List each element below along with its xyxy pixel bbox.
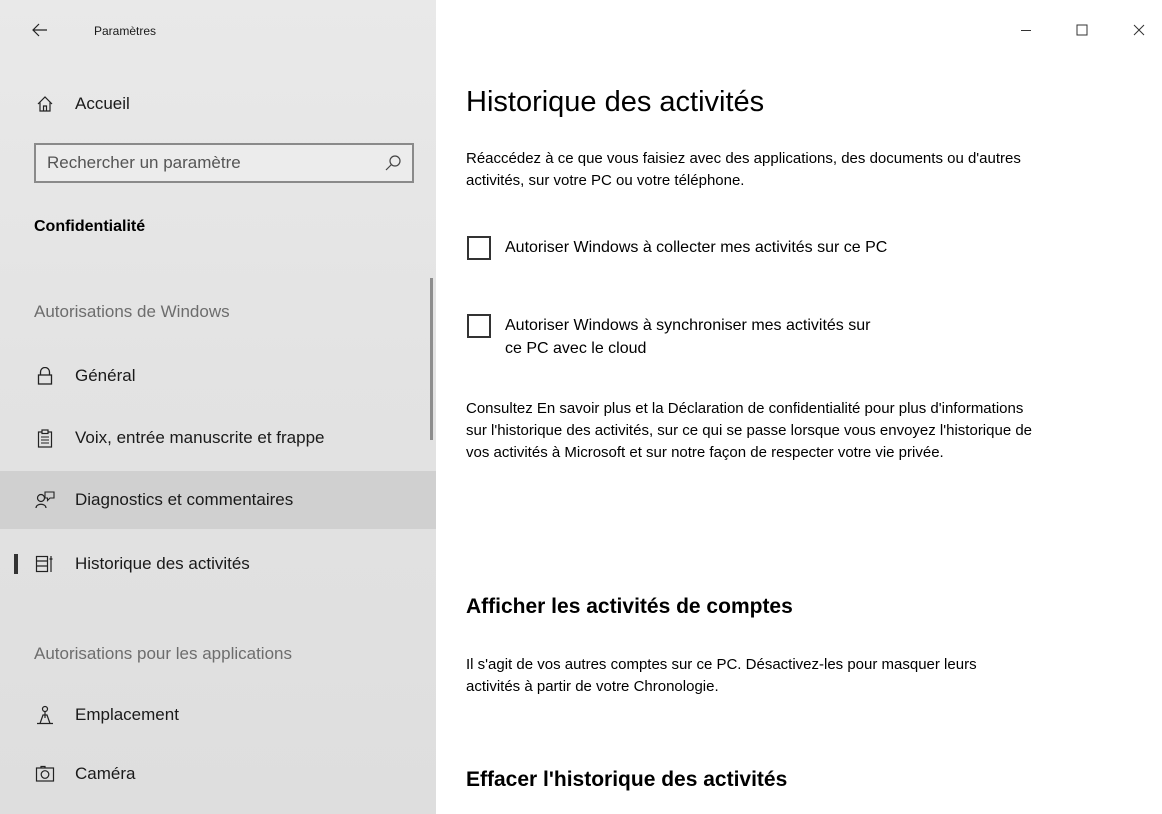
back-arrow-icon (32, 23, 47, 37)
intro-text: Réaccédez à ce que vous faisiez avec des… (466, 150, 1021, 189)
sidebar-item-label: Caméra (75, 764, 136, 783)
close-icon (1133, 24, 1145, 36)
minimize-button[interactable] (1003, 14, 1049, 46)
accounts-heading: Afficher les activités de comptes (466, 595, 793, 618)
checkbox-label[interactable]: Autoriser Windows à synchroniser mes act… (505, 314, 875, 360)
selection-indicator (14, 554, 18, 574)
clipboard-icon (34, 427, 56, 449)
sync-activities-option[interactable]: Autoriser Windows à synchroniser mes act… (467, 314, 875, 360)
page-title: Historique des activités (466, 86, 765, 118)
sidebar-item-label: Accueil (75, 94, 130, 113)
main-content: Historique des activités Réaccédez à ce … (436, 0, 1162, 814)
sidebar-item-home[interactable]: Accueil (0, 75, 436, 133)
clear-history-heading: Effacer l'historique des activités (466, 768, 788, 791)
home-icon (34, 93, 56, 115)
section-title: Confidentialité (34, 218, 146, 235)
sidebar: Paramètres Accueil Confidentialité Autor… (0, 0, 436, 814)
search-input[interactable] (36, 145, 366, 181)
maximize-icon (1076, 24, 1088, 36)
checkbox-label[interactable]: Autoriser Windows à collecter mes activi… (505, 236, 985, 260)
sidebar-item-label: Historique des activités (75, 554, 250, 573)
app-title: Paramètres (94, 24, 157, 38)
maximize-button[interactable] (1059, 14, 1105, 46)
info-text: Consultez En savoir plus et la Déclarati… (466, 400, 1033, 461)
collect-activities-checkbox[interactable] (467, 236, 491, 260)
sidebar-item-general[interactable]: Général (0, 347, 436, 405)
sidebar-scrollbar[interactable] (430, 278, 433, 440)
search-box[interactable] (34, 143, 414, 183)
sidebar-item-label: Voix, entrée manuscrite et frappe (75, 428, 325, 447)
feedback-person-icon (34, 489, 56, 511)
sidebar-item-label: Général (75, 366, 136, 385)
group-label-windows: Autorisations de Windows (34, 302, 230, 321)
back-button[interactable] (24, 14, 56, 46)
sidebar-item-diagnostics[interactable]: Diagnostics et commentaires (0, 471, 436, 529)
collect-activities-option[interactable]: Autoriser Windows à collecter mes activi… (467, 236, 985, 260)
timeline-icon (34, 553, 56, 575)
accounts-text: Il s'agit de vos autres comptes sur ce P… (466, 656, 977, 695)
sidebar-item-speech[interactable]: Voix, entrée manuscrite et frappe (0, 409, 436, 467)
location-person-icon (34, 704, 56, 726)
sidebar-item-activity-history[interactable]: Historique des activités (0, 535, 436, 593)
search-icon[interactable] (384, 154, 402, 172)
camera-icon (34, 763, 56, 785)
close-button[interactable] (1116, 14, 1162, 46)
minimize-icon (1021, 30, 1031, 31)
group-label-apps: Autorisations pour les applications (34, 644, 292, 663)
lock-icon (34, 365, 56, 387)
sidebar-item-location[interactable]: Emplacement (0, 686, 436, 744)
sidebar-item-label: Emplacement (75, 705, 179, 724)
sync-activities-checkbox[interactable] (467, 314, 491, 338)
sidebar-item-label: Diagnostics et commentaires (75, 490, 294, 509)
sidebar-item-camera[interactable]: Caméra (0, 745, 436, 803)
